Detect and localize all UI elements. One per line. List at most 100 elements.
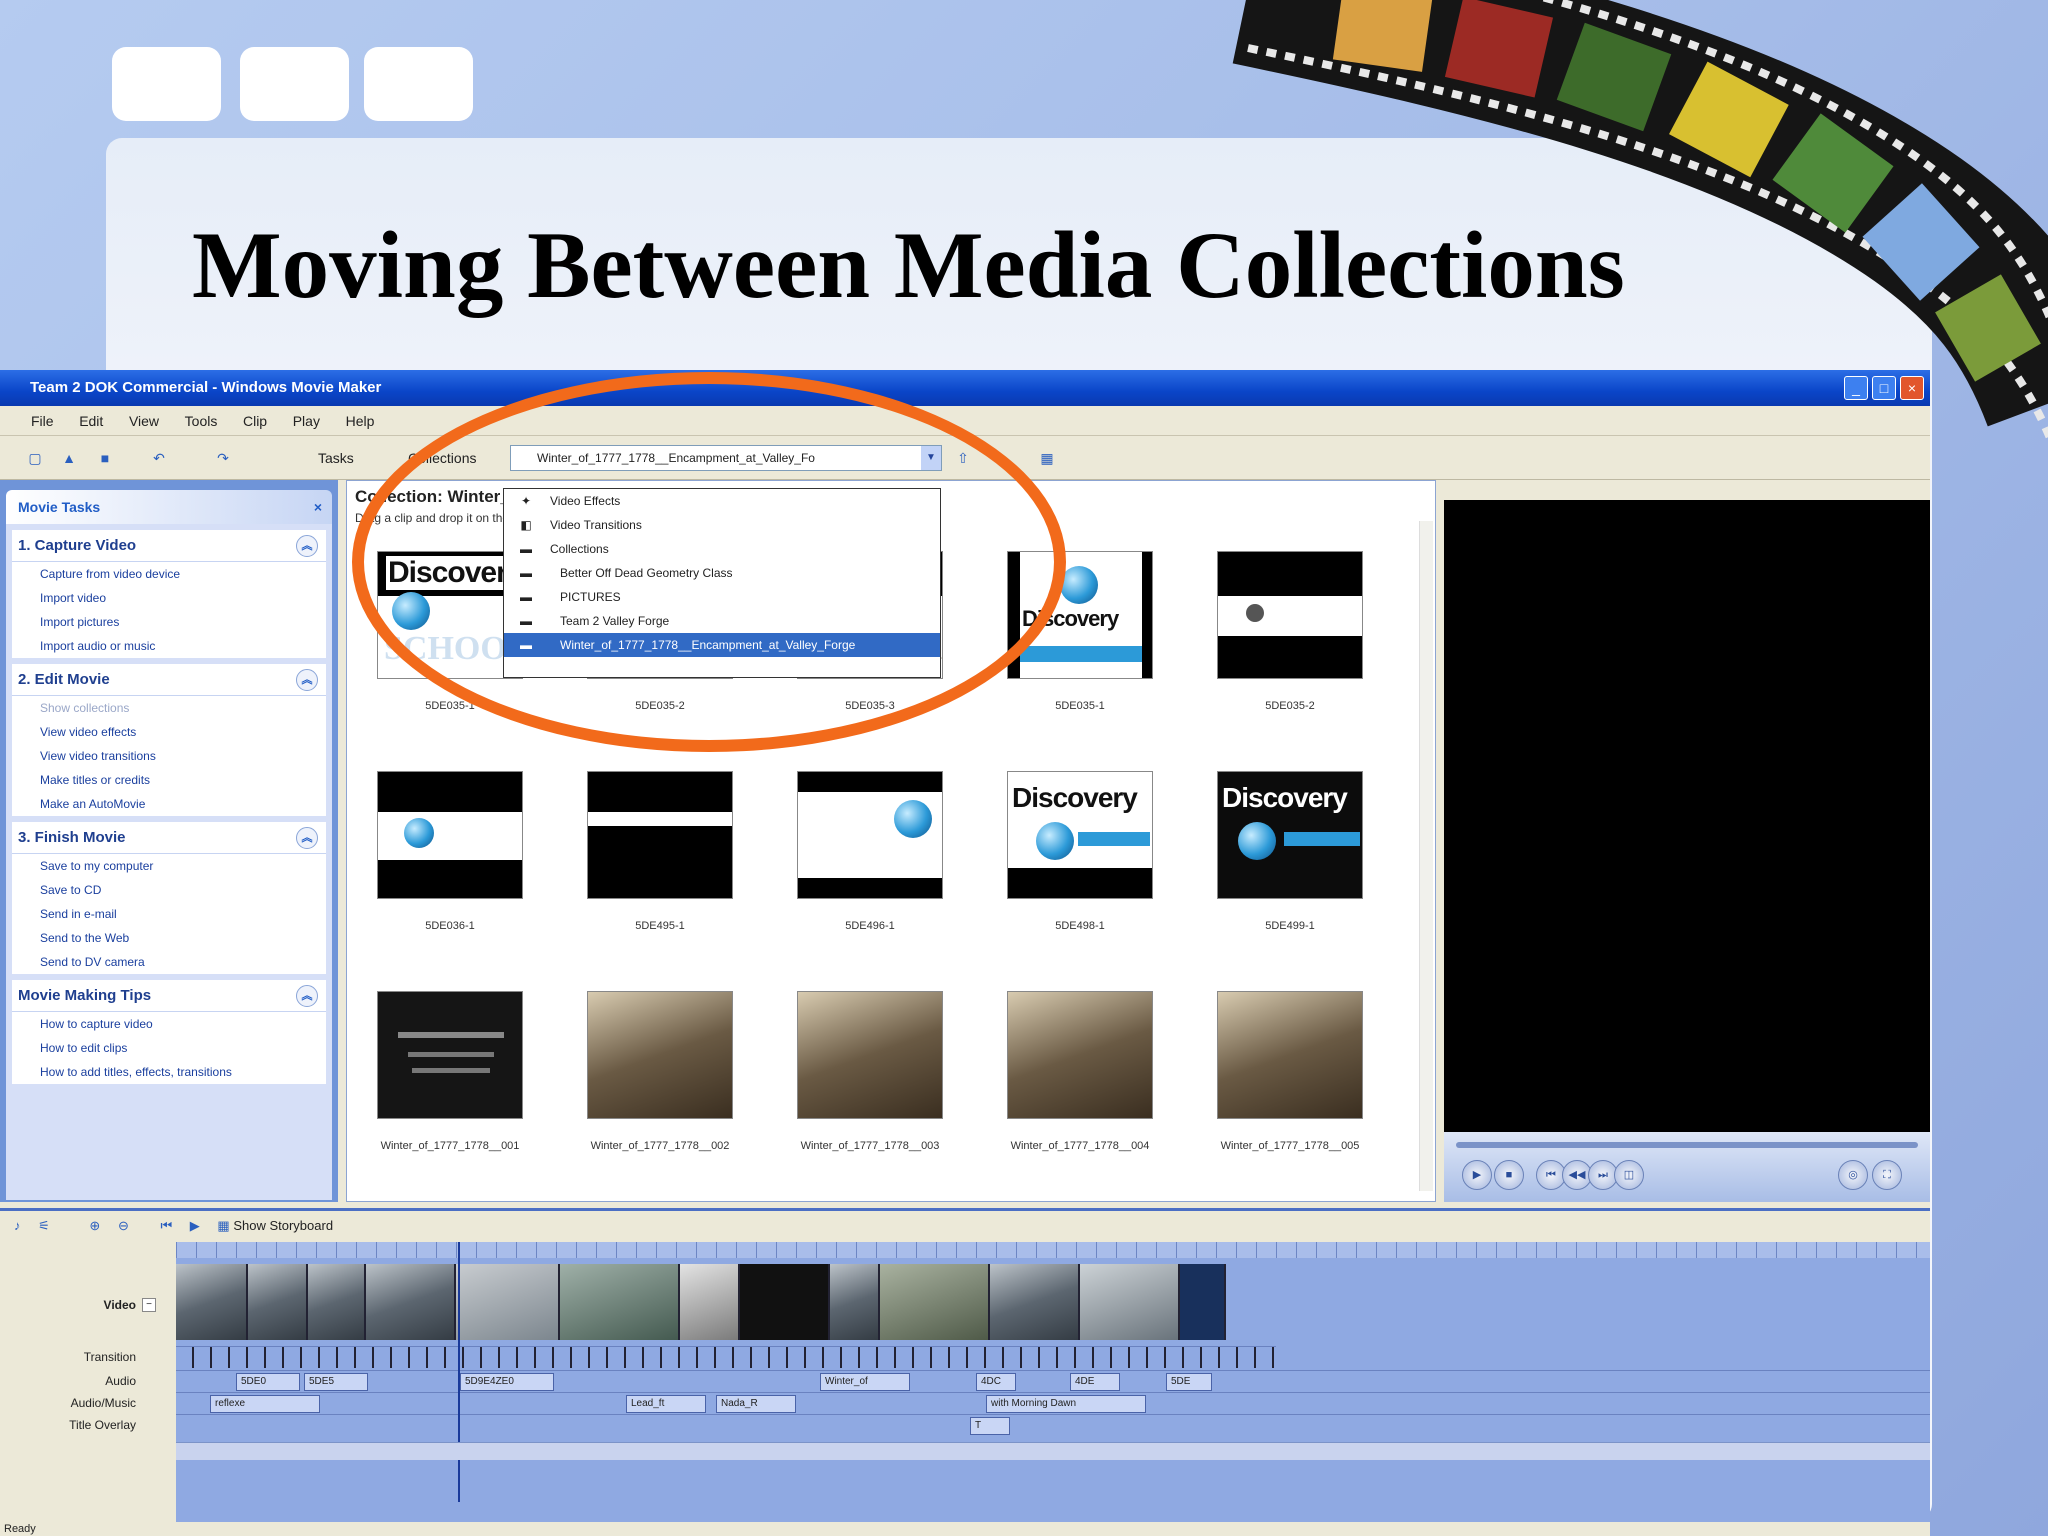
expand-icon[interactable]: − (142, 1298, 156, 1312)
music-clip[interactable]: Lead_ft (626, 1395, 706, 1413)
task-section-title[interactable]: 3. Finish Movie ︽ (12, 822, 326, 854)
title-clip[interactable]: T (970, 1417, 1010, 1435)
zoom-in-icon[interactable]: ⊕ (89, 1211, 100, 1241)
full-screen-icon[interactable]: ⛶ (1872, 1160, 1902, 1190)
clip-thumbnail[interactable]: Winter_of_1777_1778__002 (587, 991, 737, 1152)
menu-play[interactable]: Play (282, 406, 331, 436)
clip-thumbnail[interactable]: Winter_of_1777_1778__003 (797, 991, 947, 1152)
timeline-hscroll[interactable] (176, 1442, 1930, 1460)
clip-thumbnail[interactable]: Winter_of_1777_1778__001 (377, 991, 527, 1152)
timeline-ruler[interactable] (176, 1242, 1930, 1258)
close-icon[interactable]: × (314, 490, 322, 524)
timeline-clip[interactable] (560, 1264, 680, 1340)
timeline-clip[interactable] (880, 1264, 990, 1340)
timeline-clip[interactable] (830, 1264, 880, 1340)
collection-scrollbar[interactable] (1419, 521, 1433, 1191)
tasks-button[interactable]: Tasks (290, 445, 359, 471)
task-link[interactable]: How to capture video (12, 1012, 326, 1036)
music-clip[interactable]: Nada_R (716, 1395, 796, 1413)
audio-clip[interactable]: 5D9E4ZE0 (460, 1373, 554, 1391)
close-button[interactable]: × (1900, 376, 1924, 400)
snapshot-icon[interactable]: ◎ (1838, 1160, 1868, 1190)
task-link[interactable]: Save to my computer (12, 854, 326, 878)
task-link[interactable]: Import video (12, 586, 326, 610)
menu-clip[interactable]: Clip (232, 406, 278, 436)
clip-thumbnail[interactable]: Discovery 5DE499-1 (1217, 771, 1367, 932)
timeline-clip[interactable] (366, 1264, 456, 1340)
menu-edit[interactable]: Edit (68, 406, 114, 436)
timeline-clip[interactable] (1080, 1264, 1180, 1340)
clip-thumbnail[interactable]: 5DE496-1 (797, 771, 947, 932)
task-link[interactable]: Make an AutoMovie (12, 792, 326, 816)
audio-clip[interactable]: 5DE5 (304, 1373, 368, 1391)
task-section-title[interactable]: Movie Making Tips ︽ (12, 980, 326, 1012)
track-label-audio: Audio (105, 1374, 136, 1388)
show-storyboard-button[interactable]: ▦ Show Storyboard (217, 1211, 333, 1241)
task-link[interactable]: Capture from video device (12, 562, 326, 586)
stop-icon[interactable]: ■ (1494, 1160, 1524, 1190)
menu-tools[interactable]: Tools (174, 406, 229, 436)
chevron-up-icon[interactable]: ︽ (296, 985, 318, 1007)
task-link[interactable]: Save to CD (12, 878, 326, 902)
chevron-up-icon[interactable]: ︽ (296, 535, 318, 557)
task-link[interactable]: Send to DV camera (12, 950, 326, 974)
audio-clip[interactable]: 5DE0 (236, 1373, 300, 1391)
timeline-clip[interactable] (1180, 1264, 1226, 1340)
clip-thumbnail[interactable]: Winter_of_1777_1778__004 (1007, 991, 1157, 1152)
clip-thumbnail[interactable]: Winter_of_1777_1778__005 (1217, 991, 1367, 1152)
task-link[interactable]: Import audio or music (12, 634, 326, 658)
task-link[interactable]: View video transitions (12, 744, 326, 768)
globe-icon (894, 800, 932, 838)
seek-bar[interactable] (1456, 1142, 1918, 1148)
rewind-timeline-icon[interactable]: ⏮ (160, 1211, 172, 1241)
timeline-clip[interactable] (740, 1264, 830, 1340)
audio-clip[interactable]: 5DE (1166, 1373, 1212, 1391)
chevron-up-icon[interactable]: ︽ (296, 669, 318, 691)
menu-help[interactable]: Help (335, 406, 386, 436)
timeline-clip[interactable] (990, 1264, 1080, 1340)
task-section-title[interactable]: 1. Capture Video ︽ (12, 530, 326, 562)
timeline-clip[interactable] (248, 1264, 308, 1340)
play-timeline-icon[interactable]: ▶ (190, 1211, 200, 1241)
maximize-button[interactable]: □ (1872, 376, 1896, 400)
clip-thumbnail[interactable]: 5DE035-2 (1217, 551, 1367, 712)
open-project-icon[interactable]: ▲ (56, 445, 82, 471)
task-link: Show collections (40, 701, 130, 715)
timeline-playhead[interactable] (458, 1242, 460, 1502)
undo-icon[interactable]: ↶ (146, 445, 172, 471)
task-link[interactable]: Send to the Web (12, 926, 326, 950)
new-project-icon[interactable]: ▢ (22, 445, 48, 471)
audio-clip[interactable]: 4DC (976, 1373, 1016, 1391)
views-icon[interactable]: ▦ (1034, 445, 1060, 471)
zoom-out-icon[interactable]: ⊖ (118, 1211, 129, 1241)
play-icon[interactable]: ▶ (1462, 1160, 1492, 1190)
music-clip[interactable]: reflexe (210, 1395, 320, 1413)
task-section-title[interactable]: 2. Edit Movie ︽ (12, 664, 326, 696)
minimize-button[interactable]: _ (1844, 376, 1868, 400)
clip-thumbnail[interactable]: Discovery 5DE498-1 (1007, 771, 1157, 932)
narrate-icon[interactable]: ♪ (14, 1211, 21, 1241)
set-audio-levels-icon[interactable]: ⚟ (38, 1211, 50, 1241)
audio-clip[interactable]: 4DE (1070, 1373, 1120, 1391)
task-link[interactable]: Import pictures (12, 610, 326, 634)
audio-clip[interactable]: Winter_of (820, 1373, 910, 1391)
clip-thumbnail[interactable]: 5DE036-1 (377, 771, 527, 932)
menu-file[interactable]: File (20, 406, 65, 436)
task-link[interactable]: View video effects (12, 720, 326, 744)
task-link[interactable]: How to edit clips (12, 1036, 326, 1060)
menu-view[interactable]: View (118, 406, 170, 436)
split-icon[interactable]: ◫ (1614, 1160, 1644, 1190)
timeline-clip[interactable] (308, 1264, 366, 1340)
chevron-up-icon[interactable]: ︽ (296, 827, 318, 849)
music-clip[interactable]: with Morning Dawn (986, 1395, 1146, 1413)
redo-icon[interactable]: ↷ (210, 445, 236, 471)
timeline-clip[interactable] (456, 1264, 560, 1340)
track-label-video: Video (103, 1298, 136, 1312)
task-link[interactable]: Send in e-mail (12, 902, 326, 926)
timeline-clip[interactable] (680, 1264, 740, 1340)
clip-thumbnail[interactable]: 5DE495-1 (587, 771, 737, 932)
task-link[interactable]: Make titles or credits (12, 768, 326, 792)
save-project-icon[interactable]: ■ (92, 445, 118, 471)
task-link[interactable]: How to add titles, effects, transitions (12, 1060, 326, 1084)
timeline-clip[interactable] (176, 1264, 248, 1340)
